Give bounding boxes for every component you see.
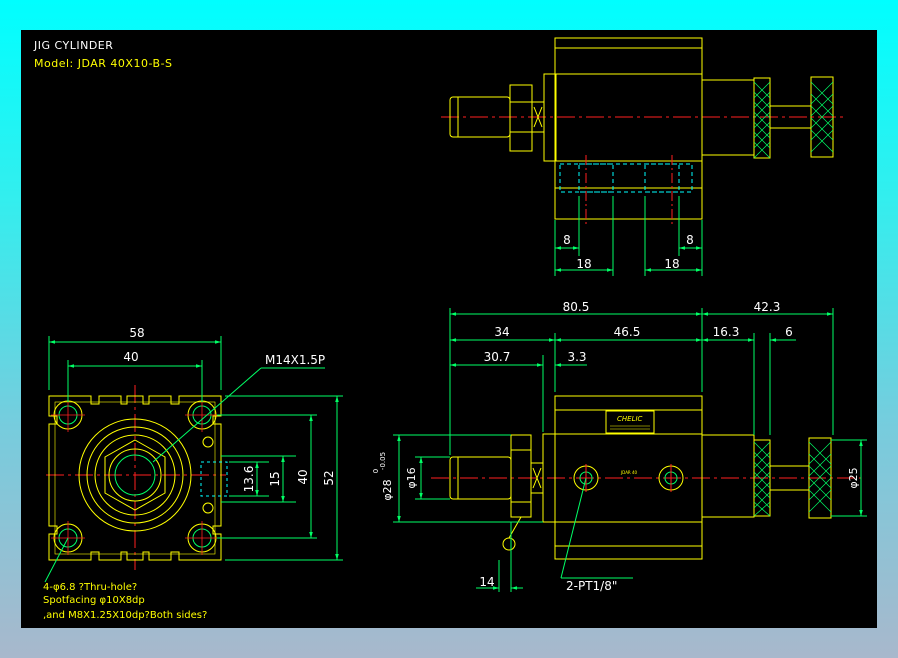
note-both-sides: ,and M8X1.25X10dp?Both sides?	[43, 610, 207, 621]
dim-58: 58	[129, 326, 144, 340]
dim-28-tol-lower: -0.05	[379, 452, 387, 470]
technical-drawing: 8 8 18 18 58 40 M14X1.5P 13.6 15 40 52 4…	[43, 37, 867, 621]
dim-3-3: 3.3	[567, 350, 586, 364]
thread-label: M14X1.5P	[265, 353, 325, 367]
dim-18-right: 18	[664, 257, 679, 271]
dim-8-left: 8	[563, 233, 571, 247]
note-spotfacing: Spotfacing φ10X8dp	[43, 595, 145, 606]
cad-drawing-canvas: JIG CYLINDER Model: JDAR 40X10-B-S 8 8 1…	[21, 30, 877, 628]
dim-14: 14	[479, 575, 494, 589]
nameplate-small: JDAR 40	[620, 470, 638, 475]
side-view: CHELIC JDAR 40 80.5 42.3 34 46.5 16.3 6 …	[372, 300, 867, 593]
dim-25: φ25	[847, 467, 860, 488]
port-label: 2-PT1/8"	[566, 579, 617, 593]
dim-18-left: 18	[576, 257, 591, 271]
top-view: 8 8 18 18	[441, 37, 843, 276]
dim-80-5: 80.5	[563, 300, 590, 314]
dim-8-right: 8	[686, 233, 694, 247]
brand-label: CHELIC	[617, 415, 643, 423]
dim-34: 34	[494, 325, 509, 339]
dim-46-5: 46.5	[614, 325, 641, 339]
dim-15: 15	[268, 471, 282, 486]
dim-13-6: 13.6	[242, 466, 256, 493]
note-thru-hole: 4-φ6.8 ?Thru-hole?	[43, 582, 137, 593]
dim-42-3: 42.3	[754, 300, 781, 314]
dim-16: φ16	[405, 467, 418, 488]
dim-6: 6	[785, 325, 793, 339]
front-view: 58 40 M14X1.5P 13.6 15 40 52 4-φ6.8 ?Thr…	[43, 326, 343, 621]
dim-52: 52	[322, 470, 336, 485]
dim-40-top: 40	[123, 350, 138, 364]
dim-16-3: 16.3	[713, 325, 740, 339]
dim-30-7: 30.7	[484, 350, 511, 364]
dim-28: φ28	[381, 479, 394, 500]
dim-40-side: 40	[296, 469, 310, 484]
